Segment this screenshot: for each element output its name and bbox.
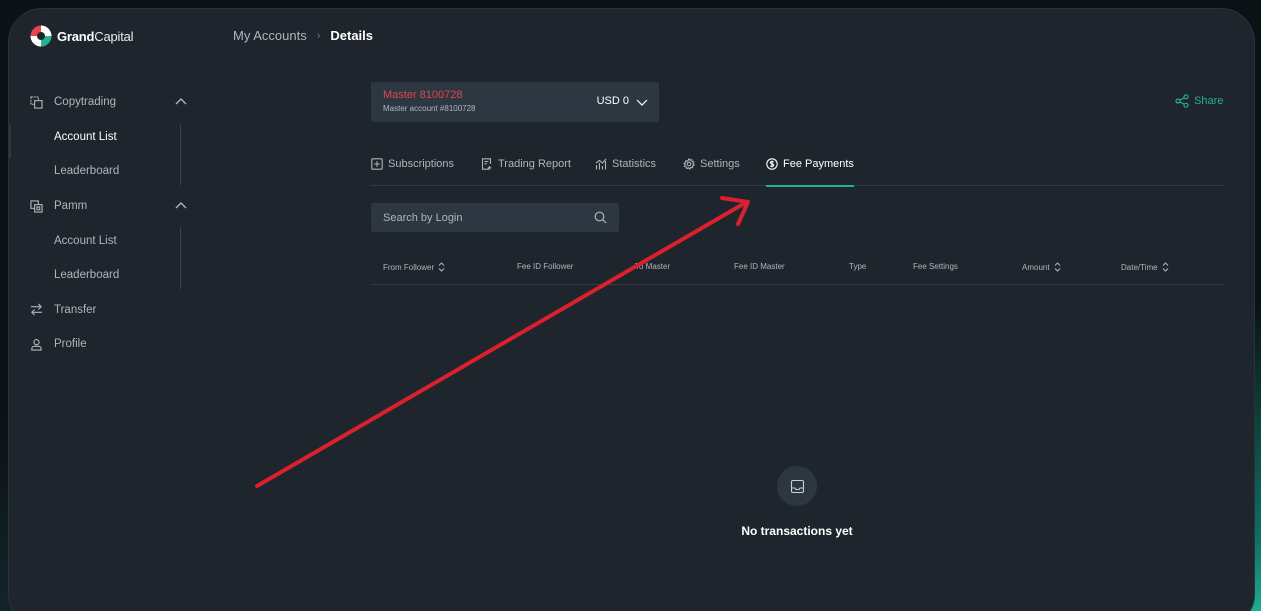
- sidebar-item-label: Leaderboard: [54, 269, 120, 282]
- share-label: Share: [1194, 95, 1224, 107]
- search-box: [371, 203, 619, 232]
- account-balance: USD 0: [596, 95, 629, 107]
- tab-trading-report[interactable]: Trading Report: [481, 154, 571, 186]
- sidebar-item-copytrading[interactable]: Copytrading: [9, 85, 209, 120]
- transfer-icon: [30, 303, 43, 316]
- column-label: Fee ID Follower: [517, 262, 574, 271]
- pamm-icon: [30, 199, 43, 213]
- tab-fee-payments[interactable]: Fee Payments: [766, 154, 854, 187]
- tab-label: Fee Payments: [783, 158, 854, 170]
- sidebar-item-pamm-account-list[interactable]: Account List: [9, 223, 209, 258]
- sort-icon[interactable]: [1162, 262, 1169, 272]
- account-selector[interactable]: Master 8100728 Master account #8100728 U…: [371, 82, 659, 122]
- column-amount[interactable]: Amount: [1022, 262, 1061, 272]
- tab-label: Statistics: [612, 158, 657, 170]
- sidebar-item-pamm-leaderboard[interactable]: Leaderboard: [9, 258, 209, 293]
- tab-label: Settings: [700, 158, 740, 170]
- tab-bar: Subscriptions Trading Report Statistics …: [371, 154, 1225, 187]
- chevron-up-icon[interactable]: [174, 199, 188, 213]
- report-icon: [481, 158, 492, 170]
- app-window: GrandCapital My Accounts › Details Copyt…: [8, 8, 1255, 611]
- column-label: From Follower: [383, 262, 435, 272]
- sidebar-item-label: Profile: [54, 338, 87, 351]
- chart-icon: [595, 158, 607, 170]
- sidebar-item-label: Transfer: [54, 303, 97, 316]
- copytrading-submenu: Account List Leaderboard: [9, 120, 209, 189]
- breadcrumb: My Accounts › Details: [233, 28, 373, 43]
- column-type: Type: [849, 262, 866, 271]
- sidebar-item-label: Copytrading: [54, 96, 117, 109]
- column-label: Type: [849, 262, 867, 271]
- gear-icon: [683, 158, 695, 170]
- plus-square-icon: [371, 158, 383, 170]
- column-label: To Master: [635, 262, 671, 271]
- table-header: From Follower Fee ID Follower To Master …: [371, 253, 1225, 285]
- chevron-down-icon: [636, 99, 648, 106]
- share-icon: [1175, 94, 1189, 108]
- dollar-circle-icon: [766, 158, 778, 170]
- tab-settings[interactable]: Settings: [683, 154, 740, 186]
- breadcrumb-my-accounts[interactable]: My Accounts: [233, 28, 307, 43]
- sidebar-item-label: Leaderboard: [54, 165, 120, 178]
- sort-icon[interactable]: [438, 262, 445, 272]
- user-icon: [31, 338, 42, 351]
- sort-icon[interactable]: [1054, 262, 1061, 272]
- logo-text: GrandCapital: [57, 28, 134, 44]
- column-date-time[interactable]: Date/Time: [1121, 262, 1169, 272]
- breadcrumb-separator: ›: [316, 29, 321, 42]
- tab-label: Trading Report: [498, 158, 571, 170]
- copytrading-icon: [30, 96, 43, 109]
- breadcrumb-current: Details: [330, 28, 374, 43]
- chevron-up-icon[interactable]: [174, 95, 188, 109]
- tab-label: Subscriptions: [388, 158, 455, 170]
- sidebar: Copytrading Account List Leaderboard Pam…: [9, 85, 209, 362]
- column-to-master: To Master: [635, 262, 670, 271]
- column-fee-settings: Fee Settings: [913, 262, 958, 271]
- search-icon[interactable]: [594, 211, 607, 224]
- inbox-icon: [790, 479, 804, 493]
- column-label: Date/Time: [1121, 262, 1158, 272]
- share-button[interactable]: Share: [1175, 94, 1223, 108]
- sidebar-item-profile[interactable]: Profile: [9, 327, 209, 362]
- column-label: Amount: [1022, 262, 1050, 272]
- sidebar-item-label: Account List: [54, 234, 117, 247]
- sidebar-item-copytrading-leaderboard[interactable]: Leaderboard: [9, 154, 209, 189]
- account-name: Master 8100728: [383, 89, 463, 101]
- sidebar-item-transfer[interactable]: Transfer: [9, 293, 209, 328]
- pamm-submenu: Account List Leaderboard: [9, 223, 209, 292]
- column-fee-id-master: Fee ID Master: [734, 262, 785, 271]
- sidebar-item-label: Account List: [54, 130, 117, 143]
- column-fee-id-follower: Fee ID Follower: [517, 262, 573, 271]
- account-subtitle: Master account #8100728: [383, 104, 476, 113]
- search-input[interactable]: [371, 203, 619, 232]
- logo-mark-icon: [30, 25, 52, 47]
- sidebar-item-pamm[interactable]: Pamm: [9, 189, 209, 224]
- column-label: Fee ID Master: [734, 262, 785, 271]
- logo[interactable]: GrandCapital: [30, 25, 134, 47]
- column-label: Fee Settings: [913, 262, 958, 271]
- sidebar-item-label: Pamm: [54, 200, 88, 213]
- tab-statistics[interactable]: Statistics: [595, 154, 656, 186]
- tab-subscriptions[interactable]: Subscriptions: [371, 154, 454, 186]
- empty-state-message: No transactions yet: [741, 524, 853, 538]
- sidebar-item-copytrading-account-list[interactable]: Account List: [9, 120, 209, 155]
- empty-state-icon-wrap: [777, 466, 817, 506]
- column-from-follower[interactable]: From Follower: [383, 262, 445, 272]
